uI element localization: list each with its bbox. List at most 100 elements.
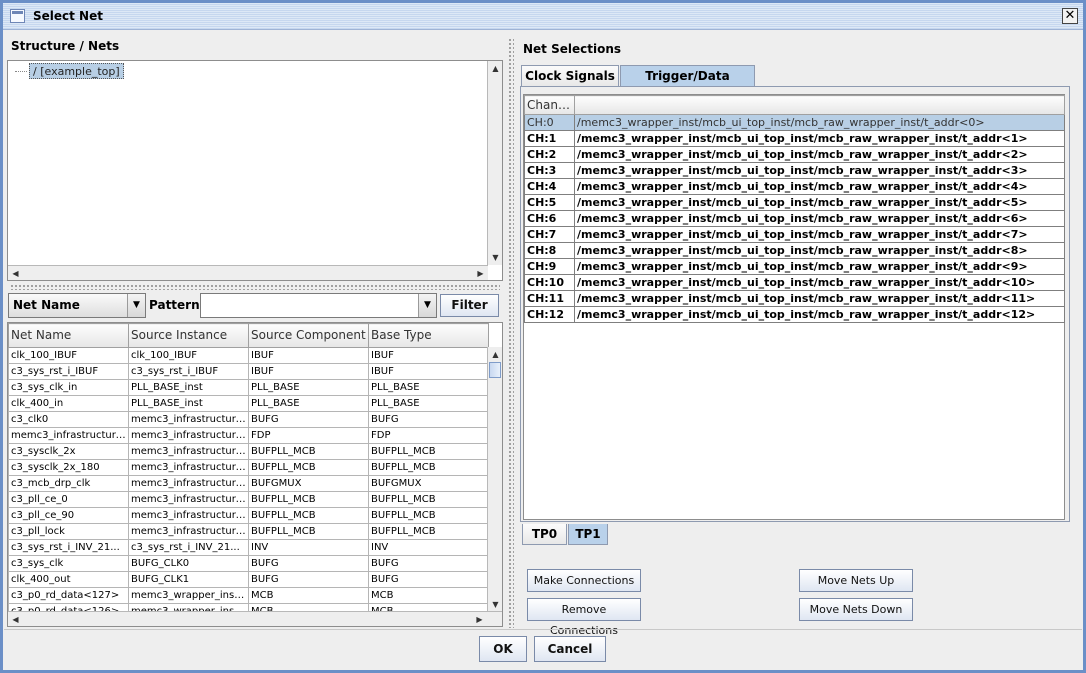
cancel-button[interactable]: Cancel: [534, 636, 606, 662]
chevron-down-icon[interactable]: ▼: [127, 294, 145, 317]
table-cell: BUFPLL_MCB: [368, 443, 489, 460]
tree-connector: [15, 71, 27, 72]
channel-table[interactable]: Channel CH:0/memc3_wrapper_inst/mcb_ui_t…: [524, 95, 1065, 323]
nets-vscrollbar[interactable]: ▲ ▼: [487, 347, 502, 612]
nets-hscrollbar[interactable]: ◀ ▶: [8, 611, 502, 626]
channel-row[interactable]: CH:10/memc3_wrapper_inst/mcb_ui_top_inst…: [524, 274, 1065, 291]
scroll-left-icon[interactable]: ◀: [8, 266, 23, 281]
table-cell: clk_400_out: [8, 571, 129, 588]
filter-button[interactable]: Filter: [440, 294, 499, 317]
table-row[interactable]: c3_sys_rst_i_IBUF c3_sys_rst_i_IBUF IBUF IB…: [8, 363, 489, 380]
channel-row[interactable]: CH:2/memc3_wrapper_inst/mcb_ui_top_inst/…: [524, 146, 1065, 163]
chevron-down-icon[interactable]: ▼: [418, 294, 436, 317]
table-row[interactable]: memc3_infrastructure... memc3_infrastruct…: [8, 427, 489, 444]
left-splitter[interactable]: [10, 284, 500, 290]
channel-row[interactable]: CH:0/memc3_wrapper_inst/mcb_ui_top_inst/…: [524, 114, 1065, 131]
ok-button[interactable]: OK: [479, 636, 527, 662]
tab-trigger-data-signals[interactable]: Trigger/Data Signals: [620, 65, 755, 103]
table-cell: BUFG: [248, 555, 369, 572]
channel-id: CH:12: [524, 306, 575, 323]
make-connections-button[interactable]: Make Connections: [527, 569, 641, 592]
tab-clock-signals[interactable]: Clock Signals: [521, 65, 619, 86]
channel-row[interactable]: CH:3/memc3_wrapper_inst/mcb_ui_top_inst/…: [524, 162, 1065, 179]
scroll-down-icon[interactable]: ▼: [488, 250, 503, 265]
table-row[interactable]: c3_p0_rd_data<127> memc3_wrapper_inst/...…: [8, 587, 489, 604]
channel-id: CH:10: [524, 274, 575, 291]
net-name-combo[interactable]: Net Name ▼: [8, 293, 146, 318]
table-row[interactable]: clk_400_out BUFG_CLK1 BUFG BUFG: [8, 571, 489, 588]
channel-row[interactable]: CH:7/memc3_wrapper_inst/mcb_ui_top_inst/…: [524, 226, 1065, 243]
column-header[interactable]: Source Instance: [128, 323, 249, 348]
table-row[interactable]: c3_sysclk_2x memc3_infrastructure... BUFPL…: [8, 443, 489, 460]
scroll-up-icon[interactable]: ▲: [488, 61, 503, 76]
scroll-down-icon[interactable]: ▼: [488, 597, 502, 612]
table-row[interactable]: c3_pll_ce_90 memc3_infrastructure... BUFPL…: [8, 507, 489, 524]
table-row[interactable]: c3_clk0 memc3_infrastructure... BUFG BUFG: [8, 411, 489, 428]
table-row[interactable]: clk_100_IBUF clk_100_IBUF IBUF IBUF: [8, 347, 489, 364]
channel-row[interactable]: CH:4/memc3_wrapper_inst/mcb_ui_top_inst/…: [524, 178, 1065, 195]
table-row[interactable]: c3_sys_clk_in PLL_BASE_inst PLL_BASE PLL_BA…: [8, 379, 489, 396]
tree-vscrollbar[interactable]: ▲ ▼: [487, 61, 502, 265]
channel-column-header[interactable]: Channel: [524, 95, 575, 115]
tab-tp0[interactable]: TP0: [522, 524, 567, 545]
table-cell: c3_clk0: [8, 411, 129, 428]
scroll-right-icon[interactable]: ▶: [473, 266, 488, 281]
main-splitter[interactable]: [508, 38, 514, 628]
pattern-combo[interactable]: ▼: [200, 293, 437, 318]
move-nets-down-button[interactable]: Move Nets Down: [799, 598, 913, 621]
table-row[interactable]: c3_sys_rst_i_INV_21... c3_sys_rst_i_INV_2…: [8, 539, 489, 556]
table-cell: IBUF: [248, 363, 369, 380]
channel-row[interactable]: CH:6/memc3_wrapper_inst/mcb_ui_top_inst/…: [524, 210, 1065, 227]
channel-id: CH:8: [524, 242, 575, 259]
channel-row[interactable]: CH:1/memc3_wrapper_inst/mcb_ui_top_inst/…: [524, 130, 1065, 147]
move-nets-up-button[interactable]: Move Nets Up: [799, 569, 913, 592]
column-header[interactable]: Net Name: [8, 323, 129, 348]
channel-table-header: Channel: [524, 95, 1065, 115]
channel-net-path: /memc3_wrapper_inst/mcb_ui_top_inst/mcb_…: [574, 130, 1065, 147]
channel-id: CH:5: [524, 194, 575, 211]
channel-table-container: Channel CH:0/memc3_wrapper_inst/mcb_ui_t…: [523, 94, 1065, 520]
column-header[interactable]: Base Type: [368, 323, 489, 348]
net-column-header[interactable]: [574, 95, 1065, 115]
scroll-up-icon[interactable]: ▲: [488, 347, 502, 362]
nets-table[interactable]: Net Name Source Instance Source Component B…: [8, 323, 489, 620]
scroll-right-icon[interactable]: ▶: [472, 612, 487, 626]
table-row[interactable]: c3_pll_lock memc3_infrastructure... BUFPLL…: [8, 523, 489, 540]
table-cell: BUFGMUX: [368, 475, 489, 492]
channel-row[interactable]: CH:11/memc3_wrapper_inst/mcb_ui_top_inst…: [524, 290, 1065, 307]
channel-row[interactable]: CH:5/memc3_wrapper_inst/mcb_ui_top_inst/…: [524, 194, 1065, 211]
structure-tree[interactable]: ▲ ▼ ◀ ▶: [7, 60, 503, 281]
table-cell: clk_100_IBUF: [8, 347, 129, 364]
channel-net-path: /memc3_wrapper_inst/mcb_ui_top_inst/mcb_…: [574, 162, 1065, 179]
remove-connections-button[interactable]: Remove Connections: [527, 598, 641, 637]
tree-root-node[interactable]: / [example_top]: [29, 63, 124, 79]
channel-row[interactable]: CH:8/memc3_wrapper_inst/mcb_ui_top_inst/…: [524, 242, 1065, 259]
table-cell: PLL_BASE_inst: [128, 395, 249, 412]
channel-row[interactable]: CH:9/memc3_wrapper_inst/mcb_ui_top_inst/…: [524, 258, 1065, 275]
table-cell: c3_sys_clk_in: [8, 379, 129, 396]
tab-tp1[interactable]: TP1: [568, 524, 608, 545]
nets-table-header: Net Name Source Instance Source Component B…: [8, 323, 489, 348]
nets-scroll-thumb[interactable]: [489, 362, 501, 378]
table-row[interactable]: c3_sysclk_2x_180 memc3_infrastructure... B…: [8, 459, 489, 476]
channel-row[interactable]: CH:12/memc3_wrapper_inst/mcb_ui_top_inst…: [524, 306, 1065, 323]
channel-net-path: /memc3_wrapper_inst/mcb_ui_top_inst/mcb_…: [574, 242, 1065, 259]
table-cell: BUFPLL_MCB: [368, 491, 489, 508]
table-cell: c3_pll_ce_0: [8, 491, 129, 508]
channel-net-path: /memc3_wrapper_inst/mcb_ui_top_inst/mcb_…: [574, 274, 1065, 291]
table-row[interactable]: clk_400_in PLL_BASE_inst PLL_BASE PLL_BASE: [8, 395, 489, 412]
table-row[interactable]: c3_pll_ce_0 memc3_infrastructure... BUFPLL…: [8, 491, 489, 508]
close-icon[interactable]: ✕: [1062, 8, 1078, 24]
table-row[interactable]: c3_sys_clk BUFG_CLK0 BUFG BUFG: [8, 555, 489, 572]
table-cell: c3_sys_rst_i_INV_21...: [128, 539, 249, 556]
table-row[interactable]: c3_mcb_drp_clk memc3_infrastructure... BUF…: [8, 475, 489, 492]
scroll-left-icon[interactable]: ◀: [8, 612, 23, 626]
tree-hscrollbar[interactable]: ◀ ▶: [8, 265, 488, 280]
table-cell: IBUF: [248, 347, 369, 364]
channel-net-path: /memc3_wrapper_inst/mcb_ui_top_inst/mcb_…: [574, 178, 1065, 195]
column-header[interactable]: Source Component: [248, 323, 369, 348]
table-cell: memc3_infrastructure...: [128, 491, 249, 508]
table-cell: BUFPLL_MCB: [248, 491, 369, 508]
net-selections-label: Net Selections: [523, 42, 622, 56]
table-cell: BUFG: [248, 571, 369, 588]
